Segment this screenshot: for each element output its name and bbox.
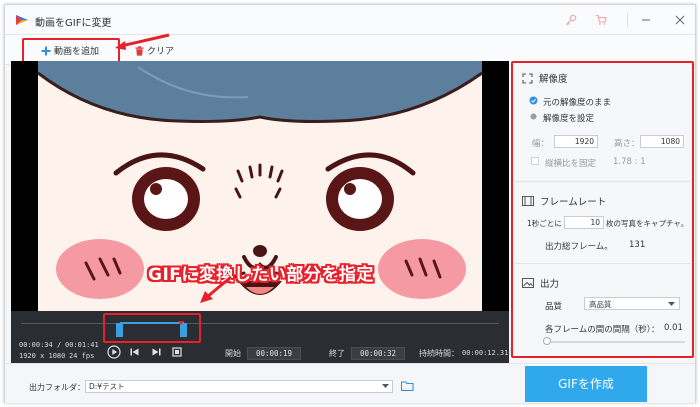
start-time-input[interactable]: 00:00:19 [247, 347, 301, 360]
end-time-input[interactable]: 00:00:32 [351, 347, 405, 360]
duration-value: 00:00:12.316 [462, 349, 513, 357]
close-icon[interactable] [671, 11, 689, 29]
time-separator: / [57, 341, 62, 349]
timeline-track[interactable] [21, 323, 499, 324]
output-folder-value: D:¥テスト [89, 382, 125, 391]
video-fps: 24 fps [69, 352, 95, 360]
title-bar: 動画をGIFに変更 [5, 5, 695, 35]
minimize-icon[interactable] [637, 11, 655, 29]
total-time: 00:01:41 [65, 341, 99, 349]
create-gif-button[interactable]: GIFを作成 [525, 366, 647, 402]
snapshot-icon[interactable] [172, 347, 182, 357]
end-label: 終了 [329, 349, 345, 358]
duration-label: 持続時間： [419, 349, 459, 358]
window-title: 動画をGIFに変更 [35, 18, 112, 29]
annotation-caption: GIFに変換したい部分を指定 [148, 265, 374, 285]
output-folder-input[interactable]: D:¥テスト [85, 380, 393, 393]
app-logo-icon [16, 15, 28, 25]
output-folder-label: 出力フォルダ： [29, 383, 85, 392]
video-preview[interactable]: GIFに変換したい部分を指定 [11, 61, 509, 311]
chevron-down-icon [382, 384, 389, 388]
titlebar-separator [627, 12, 628, 28]
app-window: 動画をGIFに変更 動画を追加 クリア GIFに変換したい部分を指定 00:00… [4, 4, 696, 403]
video-frame: GIFに変換したい部分を指定 [38, 61, 482, 311]
key-icon[interactable] [565, 14, 577, 26]
prev-frame-icon[interactable] [130, 348, 139, 356]
current-time: 00:00:34 [19, 341, 53, 349]
video-resolution: 1920 x 1080 [19, 352, 66, 360]
play-icon[interactable] [107, 345, 121, 359]
folder-icon[interactable] [401, 381, 414, 391]
bottom-bar: 出力フォルダ： D:¥テスト GIFを作成 [5, 363, 695, 403]
annotation-arrow-add [115, 33, 170, 50]
start-label: 開始 [225, 349, 241, 358]
timeline-panel: 00:00:34 / 00:01:41 1920 x 1080 24 fps 開… [11, 311, 513, 363]
annotation-arrow-timeline [200, 275, 232, 303]
annotation-box-timeline [103, 313, 201, 343]
next-frame-icon[interactable] [152, 348, 161, 356]
cart-icon[interactable] [595, 14, 607, 26]
annotation-box-settings [511, 61, 694, 358]
